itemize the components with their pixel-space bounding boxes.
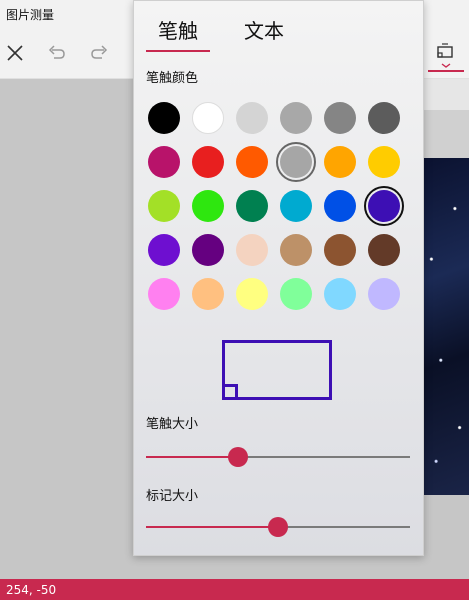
- color-swatch[interactable]: [368, 146, 400, 178]
- color-swatch[interactable]: [280, 102, 312, 134]
- slider-fill: [146, 456, 238, 458]
- redo-button[interactable]: [84, 38, 114, 68]
- color-swatch[interactable]: [280, 234, 312, 266]
- color-swatch[interactable]: [324, 234, 356, 266]
- color-swatch[interactable]: [148, 190, 180, 222]
- tab-stroke[interactable]: 笔触: [146, 15, 210, 52]
- markup-tool-button[interactable]: [428, 38, 464, 72]
- close-button[interactable]: [0, 38, 30, 68]
- stroke-color-label: 笔触颜色: [146, 71, 199, 86]
- stroke-size-label: 笔触大小: [146, 417, 199, 432]
- mark-size-label: 标记大小: [146, 489, 199, 504]
- stroke-size-slider[interactable]: [146, 445, 410, 469]
- color-swatch[interactable]: [324, 190, 356, 222]
- close-icon: [7, 45, 23, 61]
- canvas-strip: [422, 79, 469, 110]
- undo-button[interactable]: [42, 38, 72, 68]
- coordinates-readout: 254, -50: [6, 583, 57, 597]
- color-swatch[interactable]: [276, 142, 316, 182]
- photo-image[interactable]: [422, 158, 469, 495]
- stroke-settings-panel: 笔触 文本 笔触颜色 笔触大小 标记大小: [133, 0, 424, 556]
- color-swatch[interactable]: [236, 190, 268, 222]
- color-swatch[interactable]: [324, 102, 356, 134]
- color-swatch[interactable]: [236, 234, 268, 266]
- color-swatch[interactable]: [192, 278, 224, 310]
- color-swatch[interactable]: [236, 278, 268, 310]
- redo-icon: [91, 45, 108, 59]
- panel-tabs: 笔触 文本: [146, 15, 296, 52]
- stroke-preview: [222, 340, 332, 400]
- color-swatch[interactable]: [192, 190, 224, 222]
- color-swatch[interactable]: [192, 234, 224, 266]
- markup-tool-icon: [437, 43, 453, 68]
- color-swatch[interactable]: [192, 102, 224, 134]
- color-swatch[interactable]: [324, 278, 356, 310]
- status-bar: 254, -50: [0, 579, 469, 600]
- color-swatch[interactable]: [148, 278, 180, 310]
- stroke-preview-marker: [222, 384, 238, 400]
- markup-tool-active-indicator: [428, 70, 464, 72]
- mark-size-slider[interactable]: [146, 515, 410, 539]
- color-swatch[interactable]: [148, 234, 180, 266]
- undo-icon: [48, 45, 65, 59]
- app-title: 图片测量: [6, 8, 55, 22]
- color-swatch[interactable]: [236, 102, 268, 134]
- color-swatch[interactable]: [368, 234, 400, 266]
- color-swatch[interactable]: [280, 278, 312, 310]
- color-swatch[interactable]: [280, 190, 312, 222]
- color-swatch[interactable]: [192, 146, 224, 178]
- color-swatch[interactable]: [324, 146, 356, 178]
- slider-thumb[interactable]: [268, 517, 288, 537]
- color-swatch[interactable]: [148, 102, 180, 134]
- slider-thumb[interactable]: [228, 447, 248, 467]
- color-swatch[interactable]: [368, 102, 400, 134]
- slider-fill: [146, 526, 278, 528]
- color-swatch[interactable]: [236, 146, 268, 178]
- color-swatch[interactable]: [364, 186, 404, 226]
- color-swatch[interactable]: [148, 146, 180, 178]
- tab-text[interactable]: 文本: [232, 15, 296, 52]
- color-swatch[interactable]: [368, 278, 400, 310]
